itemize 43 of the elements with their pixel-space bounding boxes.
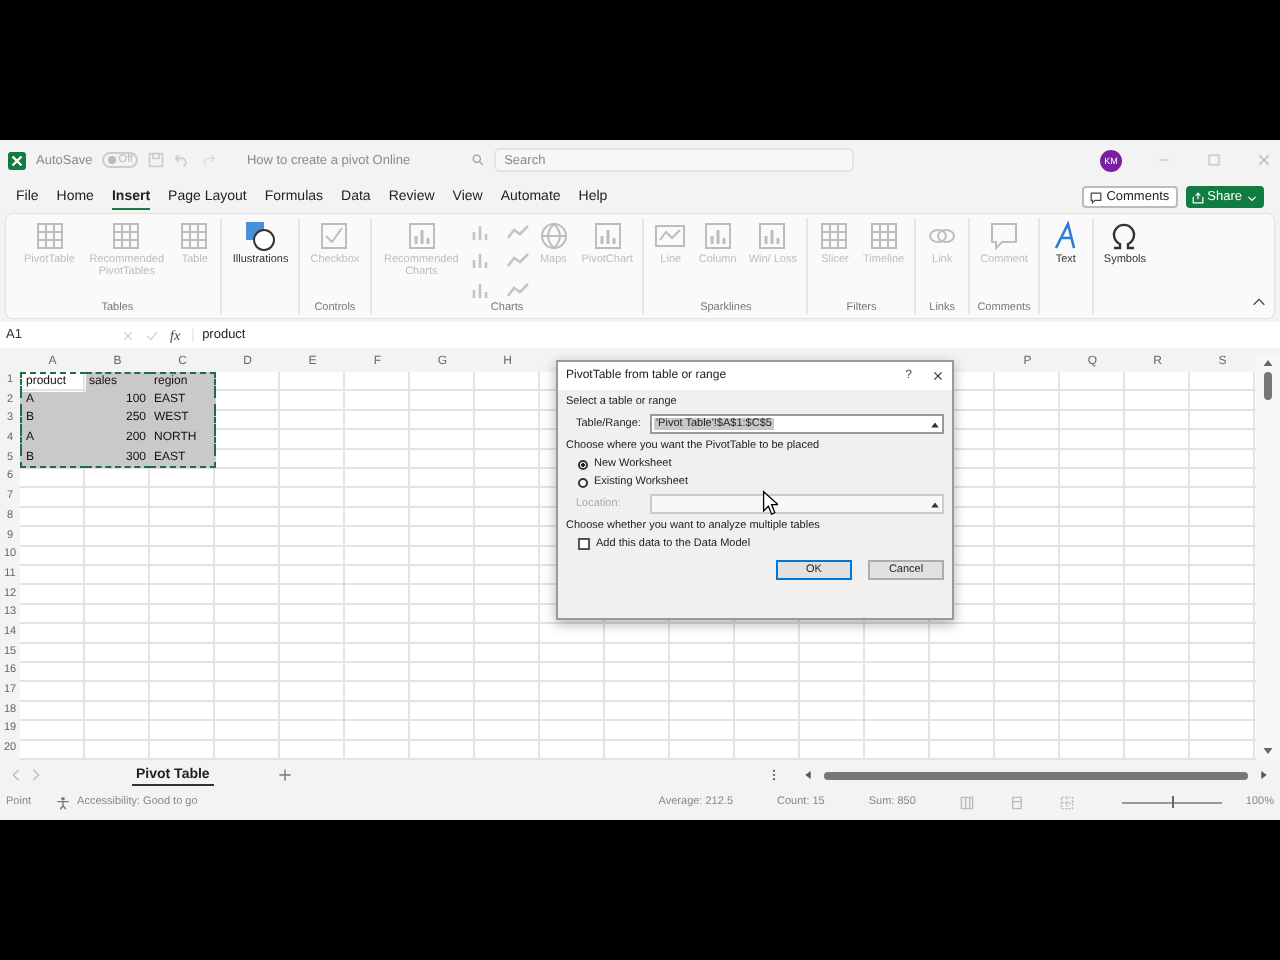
scroll-left-icon[interactable]	[804, 768, 812, 782]
bar-chart-icon	[701, 220, 734, 252]
page-layout-icon[interactable]	[1009, 795, 1024, 809]
save-icon[interactable]	[148, 152, 165, 168]
line-chart-icon	[654, 220, 687, 252]
shapes-icon	[244, 220, 277, 252]
collapse-dialog-icon[interactable]	[930, 419, 940, 429]
table-icon	[178, 220, 211, 252]
bar-chart-icon	[591, 220, 624, 252]
vertical-scrollbar[interactable]	[1255, 354, 1280, 760]
comment-icon	[988, 220, 1020, 252]
next-sheet-icon[interactable]	[32, 768, 40, 782]
bar-chart-icon	[405, 220, 438, 252]
undo-icon[interactable]	[174, 152, 191, 168]
table-icon	[867, 220, 900, 252]
comment-icon	[1090, 191, 1103, 203]
scroll-right-icon[interactable]	[1260, 768, 1268, 782]
table-icon	[110, 220, 143, 252]
omega-icon	[1108, 220, 1141, 252]
checkbox-icon	[318, 220, 351, 252]
excel-logo-icon	[8, 151, 26, 169]
mouse-pointer-icon	[762, 490, 778, 516]
add-sheet-icon[interactable]	[277, 768, 292, 782]
collapse-ribbon-icon[interactable]	[1252, 298, 1266, 306]
page-break-icon[interactable]	[1059, 795, 1074, 809]
cancel-icon[interactable]	[122, 329, 134, 341]
scroll-up-icon[interactable]	[1261, 358, 1274, 368]
table-icon	[818, 220, 851, 252]
normal-view-icon[interactable]	[959, 795, 974, 809]
previous-sheet-icon[interactable]	[12, 768, 20, 782]
search-icon[interactable]	[472, 154, 485, 166]
globe-icon	[537, 220, 570, 252]
accessibility-icon[interactable]	[55, 795, 70, 809]
restore-icon[interactable]	[1206, 152, 1222, 168]
scrollbar-thumb[interactable]	[824, 771, 1248, 779]
table-icon	[33, 220, 66, 252]
share-icon	[1191, 191, 1204, 203]
scrollbar-thumb[interactable]	[1263, 372, 1272, 400]
check-icon[interactable]	[146, 329, 158, 341]
caret-icon	[1246, 191, 1258, 203]
bar-chart-icon	[756, 220, 789, 252]
scroll-down-icon[interactable]	[1261, 746, 1274, 756]
close-icon[interactable]	[932, 370, 944, 382]
